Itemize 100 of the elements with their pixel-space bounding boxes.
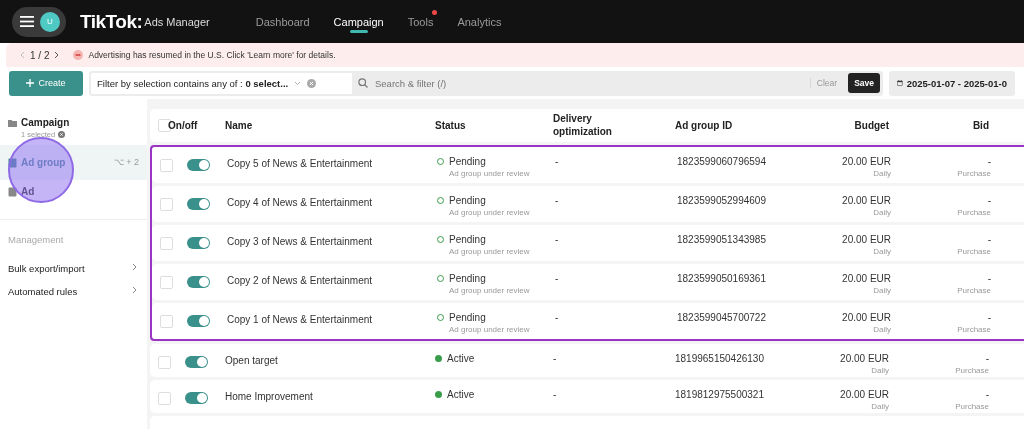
bid-type: Purchase [955,365,989,375]
document-icon [8,158,17,168]
status-text: Pending [449,272,486,284]
row-checkbox[interactable] [160,197,173,211]
toggle-switch[interactable] [187,275,210,288]
column-header: Bid [971,118,989,132]
create-button[interactable]: Create [9,70,83,96]
toggle-switch[interactable] [187,197,210,210]
product-name: Ads Manager [144,15,210,28]
column-header: Delivery optimization [553,112,613,139]
toggle-switch[interactable] [185,355,208,368]
table-cell-text: - [555,194,560,206]
chevron-right-icon [54,51,60,59]
status-note: Ad group under review [448,285,531,295]
menu-link[interactable]: Automated rules [0,280,147,303]
column-header: Budget [853,118,889,132]
status-note: Ad group under review [448,246,531,256]
search-icon [358,78,368,88]
search-field[interactable]: Search & filter (/) Clear Save [352,70,883,96]
table-cell-text: 1819812975500321 [675,388,765,400]
ad-group-name[interactable]: Copy 3 of News & Entertainment [227,233,437,247]
bid-amount: - [987,194,991,206]
level-tab[interactable]: Ad [0,180,147,203]
ad-group-name[interactable]: Copy 4 of News & Entertainment [227,194,437,208]
row-checkbox[interactable] [160,314,173,328]
nav-tab[interactable]: Campaign [321,0,396,43]
folder-icon [8,118,17,128]
column-header: Name [225,118,254,132]
budget-amount: 20.00 EUR [842,272,891,284]
bid-type: Purchase [957,207,991,217]
budget-type: Daily [873,207,891,217]
status-note: Ad group under review [448,324,531,334]
budget-amount: 20.00 EUR [842,233,891,245]
nav-tab[interactable]: Analytics [445,0,514,43]
row-checkbox[interactable] [160,275,173,289]
ad-group-name[interactable]: Home Improvement [225,388,435,402]
toggle-switch[interactable] [187,236,210,249]
date-range-picker[interactable]: 2025-01-07 - 2025-01-0 [889,70,1015,96]
chevron-left-icon [20,51,25,59]
budget-amount: 20.00 EUR [840,388,889,400]
ad-group-name[interactable]: Copy 5 of News & Entertainment [227,155,437,169]
budget-type: Daily [873,324,891,334]
budget-amount: 20.00 EUR [842,155,891,167]
menu-link[interactable]: Bulk export/import [0,257,147,280]
bid-amount: - [987,272,991,284]
table-cell-text: - [553,388,558,400]
ad-group-name[interactable]: Copy 2 of News & Entertainment [227,272,437,286]
budget-type: Daily [873,285,891,295]
caret-icon [294,80,302,86]
ad-group-name[interactable]: Open target [225,352,435,366]
link-label: Automated rules [8,286,78,297]
toggle-switch[interactable] [187,158,210,171]
row-checkbox[interactable] [160,158,173,172]
status-text: Active [447,352,475,364]
filter-dropdown[interactable]: Filter by selection contains any of : 0 select... [89,70,352,96]
table-cell-text: - [555,272,560,284]
status-text: Pending [449,194,486,206]
plus-icon [26,79,35,87]
row-checkbox[interactable] [158,355,171,369]
save-button[interactable]: Save [848,73,880,93]
table-cell-text: - [555,233,560,245]
table-cell-text: 1819965150426130 [675,352,765,364]
column-header: Status [435,118,467,132]
budget-type: Daily [871,365,889,375]
bid-type: Purchase [957,324,991,334]
level-label: Campaign [21,117,71,128]
nav-tab[interactable]: Tools [395,0,446,43]
toggle-switch[interactable] [187,314,210,327]
bid-type: Purchase [957,168,991,178]
ad-group-name[interactable]: Copy 1 of News & Entertainment [227,311,437,325]
row-checkbox[interactable] [160,236,173,250]
budget-amount: 20.00 EUR [842,194,891,206]
table-cell-text: 1823599051343985 [677,233,767,245]
section-heading: Management [7,234,65,247]
row-checkbox[interactable] [158,391,171,405]
chevron-right-icon [132,263,137,271]
bid-type: Purchase [957,246,991,256]
banner-message: Advertising has resumed in the U.S. Click 'Learn more' for details. [88,50,336,60]
date-range-text: 2025-01-07 - 2025-01-0 [906,77,1007,89]
link-label: Bulk export/import [8,263,85,274]
status-text: Pending [449,155,486,167]
budget-type: Daily [871,401,889,411]
bid-amount: - [985,352,989,364]
column-header: Ad group ID [675,118,734,132]
clear-icon [58,131,66,138]
avatar: U [40,11,60,32]
bid-amount: - [987,233,991,245]
bid-type: Purchase [955,401,989,411]
budget-amount: 20.00 EUR [840,352,889,364]
table-cell-text: 1823599050169361 [677,272,767,284]
level-label: Ad [21,186,36,197]
notification-dot [432,10,438,15]
nav-tab[interactable]: Dashboard [243,0,322,43]
budget-type: Daily [873,246,891,256]
status-text: Pending [449,311,486,323]
column-header: On/off [168,118,199,132]
table-cell-text: 1823599045700722 [677,311,767,323]
toggle-switch[interactable] [185,391,208,404]
document-icon [8,187,17,197]
table-cell-text: - [553,352,558,364]
